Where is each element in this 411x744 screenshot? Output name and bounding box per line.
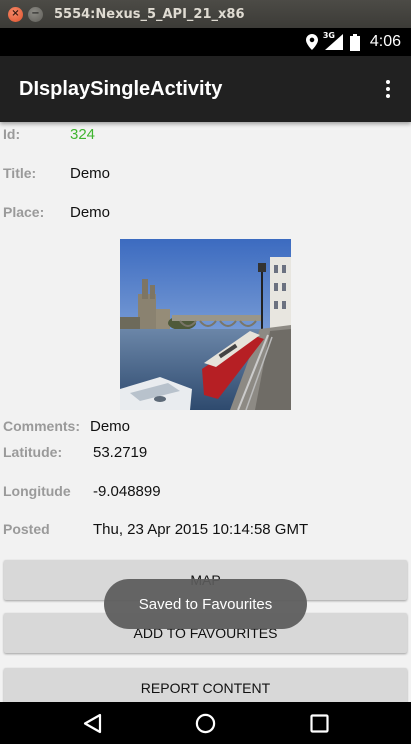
signal-icon: 3G xyxy=(322,31,343,50)
place-value: Demo xyxy=(70,203,111,221)
comments-label: Comments: xyxy=(3,418,81,434)
post-photo xyxy=(120,239,291,410)
status-bar: 3G 4:06 xyxy=(0,28,411,56)
window-title: 5554:Nexus_5_API_21_x86 xyxy=(54,6,245,22)
report-content-button[interactable]: REPORT CONTENT xyxy=(4,668,407,702)
activity-title: DIsplaySingleActivity xyxy=(19,77,223,100)
location-icon xyxy=(305,34,318,50)
latitude-value: 53.2719 xyxy=(93,443,148,461)
window-minimize-button[interactable]: − xyxy=(28,6,43,22)
window-close-button[interactable]: × xyxy=(8,6,23,22)
comments-value: Demo xyxy=(90,417,131,435)
detail-content: Id: 324 Title: Demo Place: Demo Comments… xyxy=(0,122,411,702)
status-time: 4:06 xyxy=(369,33,401,50)
minimize-icon: − xyxy=(31,8,40,19)
id-label: Id: xyxy=(3,126,21,142)
toast-message: Saved to Favourites xyxy=(104,579,307,629)
home-icon[interactable] xyxy=(195,713,216,734)
posted-label: Posted xyxy=(3,521,50,537)
close-icon: × xyxy=(11,8,20,19)
title-label: Title: xyxy=(3,165,37,181)
action-bar: DIsplaySingleActivity xyxy=(0,56,411,122)
place-label: Place: xyxy=(3,204,45,220)
longitude-value: -9.048899 xyxy=(93,482,161,500)
navigation-bar xyxy=(0,702,411,744)
overflow-menu-icon[interactable] xyxy=(385,80,391,98)
recents-icon[interactable] xyxy=(310,714,329,733)
back-icon[interactable] xyxy=(82,713,102,734)
id-value: 324 xyxy=(70,125,96,143)
longitude-label: Longitude xyxy=(3,483,71,499)
latitude-label: Latitude: xyxy=(3,444,63,460)
posted-value: Thu, 23 Apr 2015 10:14:58 GMT xyxy=(93,520,309,538)
network-type-label: 3G xyxy=(322,31,335,40)
battery-icon xyxy=(349,33,360,51)
title-value: Demo xyxy=(70,164,111,182)
emulator-title-bar: × − 5554:Nexus_5_API_21_x86 xyxy=(0,0,411,28)
